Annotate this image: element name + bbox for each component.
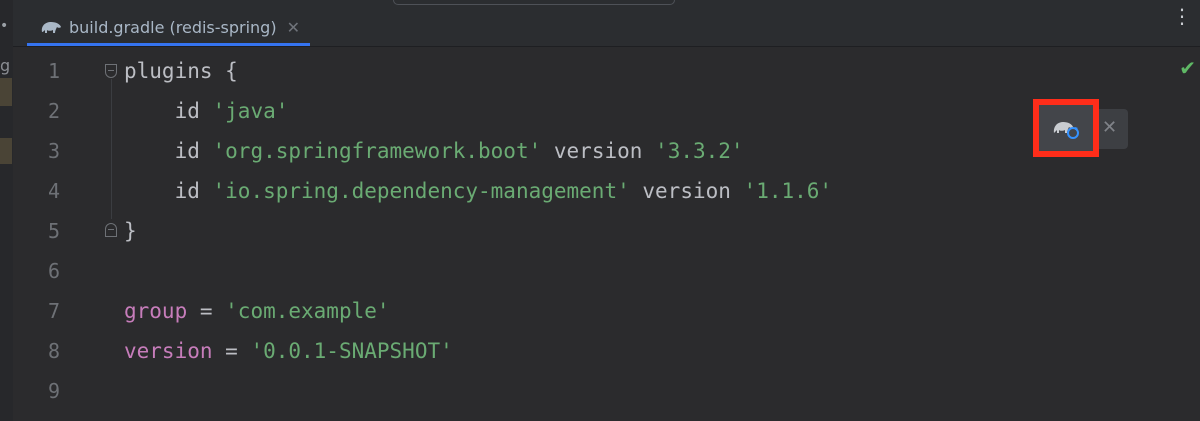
strip-highlight: [0, 78, 12, 106]
code-string: '1.1.6': [743, 179, 833, 203]
code-token: {: [225, 59, 238, 83]
fold-guide: [111, 79, 112, 219]
code-token: version: [629, 179, 744, 203]
line-number: 3: [47, 139, 60, 163]
code-token: id: [124, 179, 213, 203]
editor-gutter: 1 2 3 4 5 6 7 8 9: [13, 47, 117, 421]
strip-highlight: [0, 138, 12, 164]
toolbar-field-edge: [393, 0, 675, 5]
code-string: 'io.spring.dependency-management': [212, 179, 630, 203]
gradle-reload-icon: [1053, 122, 1079, 139]
code-token: id: [124, 139, 213, 163]
more-options-icon[interactable]: ⋮: [1172, 6, 1192, 26]
code-line-8: version = '0.0.1-SNAPSHOT': [124, 331, 453, 371]
gradle-elephant-icon: [41, 22, 61, 33]
left-tool-strip: • g: [0, 0, 14, 421]
code-string: 'com.example': [225, 299, 390, 323]
tab-active-indicator: [27, 43, 310, 46]
code-line-3: id 'org.springframework.boot' version '3…: [124, 131, 744, 171]
line-number: 8: [47, 339, 60, 363]
code-line-5: }: [124, 211, 137, 251]
strip-dot: •: [0, 18, 9, 34]
editor-tab-bar: build.gradle (redis-spring) ✕ ⋮: [13, 0, 1200, 47]
strip-letter: g: [0, 56, 11, 75]
line-number: 4: [47, 179, 60, 203]
tab-title: build.gradle (redis-spring): [69, 17, 277, 37]
code-token: =: [212, 339, 251, 363]
fold-toggle-icon[interactable]: [105, 223, 117, 237]
code-token: }: [124, 219, 137, 243]
popup-close-icon[interactable]: ✕: [1102, 117, 1117, 138]
code-property: group: [124, 299, 188, 323]
load-gradle-changes-button[interactable]: [1033, 99, 1099, 157]
code-string: 'org.springframework.boot': [212, 139, 542, 163]
tab-close-icon[interactable]: ✕: [287, 18, 300, 37]
code-line-7: group = 'com.example': [124, 291, 390, 331]
code-token: id: [124, 99, 213, 123]
code-string: '0.0.1-SNAPSHOT': [250, 339, 453, 363]
code-token: plugins: [124, 59, 226, 83]
code-line-1: plugins {: [124, 51, 238, 91]
tab-build-gradle[interactable]: build.gradle (redis-spring) ✕: [27, 8, 310, 46]
line-number: 7: [47, 299, 60, 323]
code-line-2: id 'java': [124, 91, 289, 131]
line-number: 1: [47, 59, 60, 83]
code-string: '3.3.2': [655, 139, 744, 163]
inspection-ok-icon[interactable]: ✔: [1179, 56, 1196, 80]
line-number: 5: [47, 219, 60, 243]
code-token: version: [541, 139, 656, 163]
line-number: 6: [47, 259, 60, 283]
line-number: 2: [47, 99, 60, 123]
code-string: 'java': [212, 99, 289, 123]
code-token: =: [187, 299, 226, 323]
fold-toggle-icon[interactable]: [105, 64, 117, 78]
code-property: version: [124, 339, 213, 363]
line-number: 9: [47, 379, 60, 403]
code-line-4: id 'io.spring.dependency-management' ver…: [124, 171, 833, 211]
